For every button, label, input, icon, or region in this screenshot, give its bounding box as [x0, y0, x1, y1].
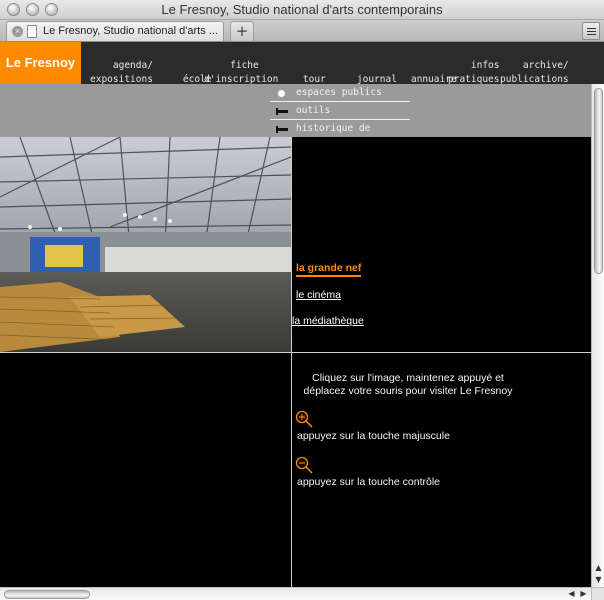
nav-agenda-expositions[interactable]: agenda/ expositions [90, 45, 153, 98]
submenu-historique[interactable]: historique de l'architecture [270, 121, 410, 150]
tab-le-fresnoy[interactable]: × Le Fresnoy, Studio national d'arts ... [6, 21, 224, 41]
submenu-label: outils [296, 105, 331, 116]
window-titlebar: Le Fresnoy, Studio national d'arts conte… [0, 0, 604, 20]
page-icon [27, 25, 37, 38]
nav-infos-pratiques[interactable]: infos pratiques [448, 45, 500, 98]
navigation-instructions: Cliquez sur l'image, maintenez appuyé et… [303, 372, 513, 397]
site-logo[interactable]: Le Fresnoy [0, 42, 81, 84]
room-link-grande-nef[interactable]: la grande nef [296, 262, 362, 277]
nav-label: infos pratiques [448, 60, 500, 85]
nav-label: archive/ publications [500, 60, 569, 85]
vertical-scrollbar[interactable]: ▲ ▼ [591, 84, 604, 587]
nav-fiche-inscription[interactable]: fiche d'inscription [204, 45, 278, 98]
nav-ecole[interactable]: école [160, 59, 212, 98]
bullet-icon [278, 90, 285, 97]
tab-label: Le Fresnoy, Studio national d'arts ... [43, 25, 218, 37]
site-navbar: Le Fresnoy agenda/ expositions école fic… [0, 42, 604, 98]
zoom-out-instruction: appuyez sur la touche contrôle [297, 476, 441, 488]
horizontal-scroll-thumb[interactable] [4, 590, 90, 599]
nav-tour[interactable]: tour [280, 59, 326, 98]
submenu-label: espaces publics [296, 87, 382, 98]
horizontal-scrollbar[interactable]: ◀ ▶ [0, 587, 591, 600]
zoom-in-icon [295, 410, 313, 428]
scroll-right-arrow-icon[interactable]: ▶ [577, 588, 590, 600]
tab-bar: × Le Fresnoy, Studio national d'arts ...… [0, 20, 604, 42]
tab-list-button[interactable] [582, 22, 600, 40]
submenu-espaces-publics[interactable]: espaces publics [270, 85, 410, 102]
vertical-scroll-thumb[interactable] [594, 88, 603, 274]
nav-label: fiche d'inscription [204, 60, 279, 85]
scroll-down-arrow-icon[interactable]: ▼ [592, 574, 604, 586]
window-title: Le Fresnoy, Studio national d'arts conte… [161, 2, 443, 17]
zoom-in-instruction: appuyez sur la touche majuscule [297, 430, 450, 442]
panorama-image[interactable] [0, 137, 291, 352]
resize-corner[interactable] [591, 587, 604, 600]
nav-label: agenda/ expositions [90, 60, 153, 85]
close-tab-icon[interactable]: × [12, 26, 23, 37]
zoom-out-icon [295, 456, 313, 474]
room-link-mediatheque[interactable]: la médiathèque [292, 315, 364, 327]
flag-icon [276, 108, 288, 115]
nav-annuaire[interactable]: annuaire [388, 59, 457, 98]
room-link-cinema[interactable]: le cinéma [296, 289, 341, 301]
flag-icon [276, 126, 288, 133]
menu-line [587, 31, 596, 32]
submenu-outils[interactable]: outils [270, 103, 410, 120]
panorama-drawing [0, 137, 291, 352]
menu-lines-icon [587, 28, 596, 29]
nav-journal[interactable]: journal [334, 59, 397, 98]
scroll-up-arrow-icon[interactable]: ▲ [592, 562, 604, 574]
nav-archive-publications[interactable]: archive/ publications [500, 45, 569, 98]
menu-line [587, 34, 596, 35]
new-tab-button[interactable]: + [230, 21, 254, 41]
vertical-divider [291, 137, 292, 587]
horizontal-divider [0, 352, 591, 353]
